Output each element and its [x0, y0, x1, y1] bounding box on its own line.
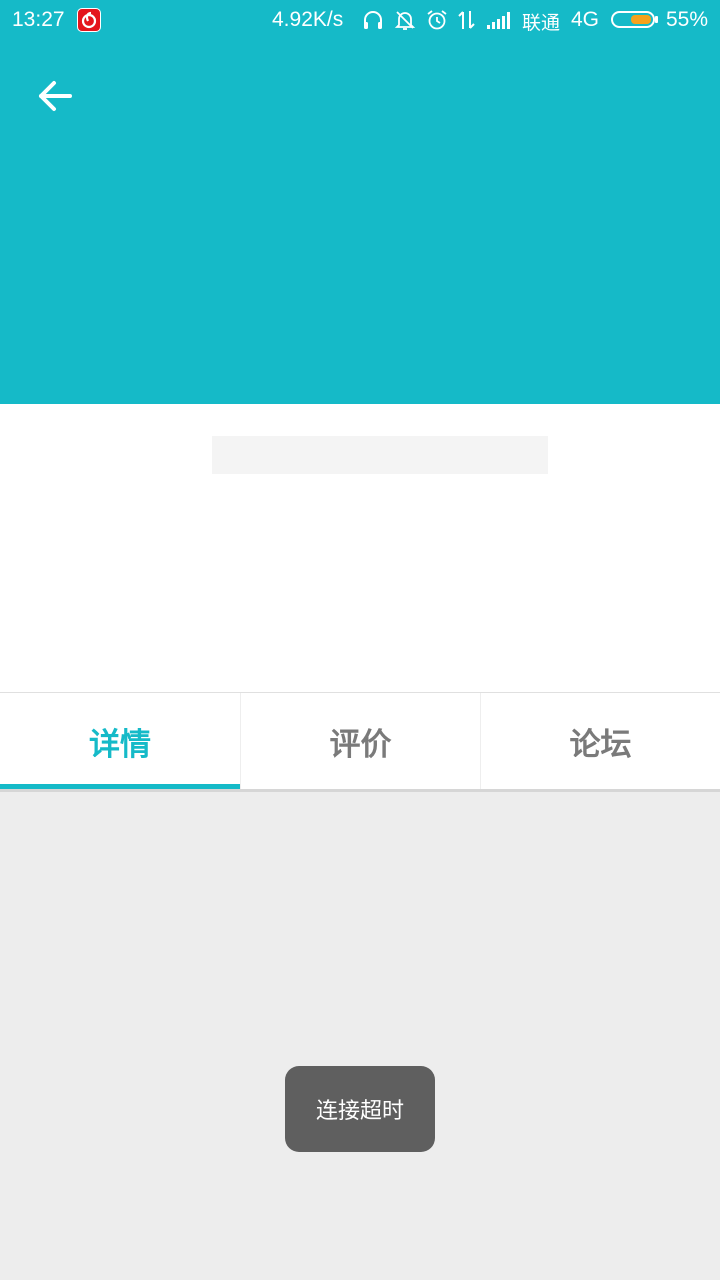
alarm-icon	[426, 9, 448, 36]
title-loading-placeholder	[212, 436, 548, 474]
tab-bar: 详情 评价 论坛	[0, 692, 720, 789]
tab-forum-label: 论坛	[569, 726, 632, 763]
battery-percent: 55%	[666, 8, 709, 31]
tab-reviews[interactable]: 评价	[240, 693, 480, 789]
product-info-panel	[0, 404, 720, 692]
battery-icon	[611, 11, 655, 28]
toast-message: 连接超时	[285, 1066, 435, 1152]
tab-forum[interactable]: 论坛	[480, 693, 720, 789]
arrow-left-icon	[39, 81, 72, 111]
tab-details[interactable]: 详情	[0, 693, 240, 789]
toast-text: 连接超时	[315, 1099, 404, 1124]
netease-music-icon	[77, 8, 101, 32]
carrier-name: 联通	[522, 12, 561, 34]
headset-icon	[362, 9, 384, 36]
app-header: 13:27 4.92K/s 联通 4G 55%	[0, 0, 720, 404]
signal-icon	[486, 9, 512, 36]
status-bar: 13:27 4.92K/s 联通 4G 55%	[0, 0, 720, 42]
tab-content-area	[0, 792, 720, 1280]
data-transfer-icon	[457, 9, 477, 36]
network-type: 4G	[571, 8, 600, 31]
tab-details-label: 详情	[89, 726, 151, 763]
battery-tip	[655, 16, 658, 23]
status-time: 13:27	[12, 8, 65, 31]
tab-reviews-label: 评价	[329, 726, 392, 763]
back-button[interactable]	[32, 74, 80, 118]
battery-level-fill	[631, 15, 651, 24]
network-speed: 4.92K/s	[272, 8, 344, 31]
mute-bell-icon	[394, 9, 416, 36]
